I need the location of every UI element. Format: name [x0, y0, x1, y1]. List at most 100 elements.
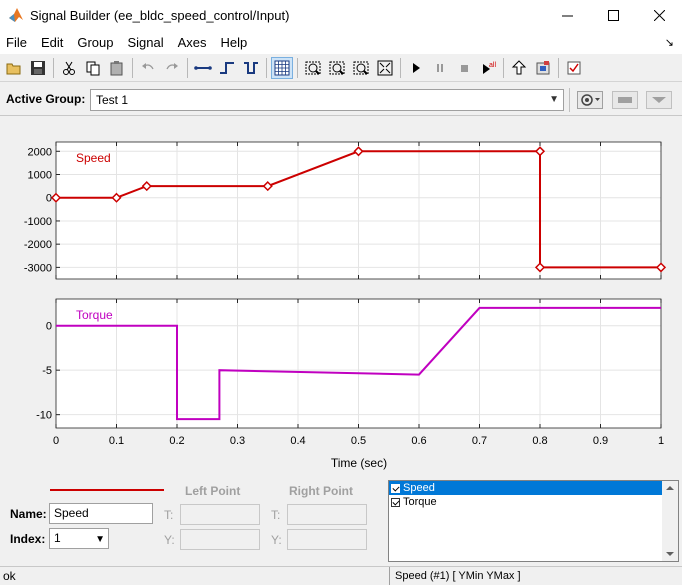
group-options-button[interactable] [576, 90, 604, 110]
up-arrow-button[interactable] [508, 57, 530, 79]
x-tick-label: 0.8 [532, 435, 547, 447]
matlab-icon [9, 8, 23, 22]
right-t-label: T: [271, 508, 281, 522]
left-t-label: T: [164, 508, 174, 522]
status-bar: ok Speed (#1) [ YMin YMax ] [0, 566, 682, 585]
play-icon [413, 63, 420, 73]
toolbar-separator [297, 58, 298, 78]
speed-y-tick-label: 1000 [28, 170, 52, 182]
close-button[interactable] [636, 0, 682, 30]
open-button[interactable] [3, 57, 25, 79]
save-icon [31, 61, 45, 75]
signal-list-item-speed[interactable]: Speed [389, 481, 678, 495]
svg-text:all: all [489, 62, 496, 69]
play-button[interactable] [405, 57, 427, 79]
menu-bar: File Edit Group Signal Axes Help ↘ [0, 30, 682, 54]
checkbox-checked-icon[interactable] [391, 497, 400, 507]
plot-area: 2000 1000 0 -1000 -2000 -3000 Speed 0 -5 -10 0 0.1… [0, 120, 682, 476]
signal-index-select[interactable]: 1 ▼ [49, 528, 109, 549]
undo-button[interactable] [137, 57, 159, 79]
segment-icon [194, 66, 212, 70]
window-title: Signal Builder (ee_bldc_speed_control/In… [30, 7, 290, 23]
right-point-t-input[interactable] [287, 504, 367, 525]
x-tick-label: 0.4 [290, 435, 305, 447]
speed-y-tick-label: -3000 [24, 262, 52, 274]
pause-icon [437, 64, 443, 72]
play-all-icon: all [483, 62, 496, 74]
x-tick-label: 0.9 [593, 435, 608, 447]
copy-button[interactable] [82, 57, 104, 79]
x-tick-label: 1 [658, 435, 664, 447]
x-tick-label: 0.3 [230, 435, 245, 447]
cut-icon [63, 61, 75, 75]
signal-list-item-torque[interactable]: Torque [389, 495, 678, 509]
torque-axes[interactable]: 0 -5 -10 0 0.1 0.2 0.3 0.4 0.5 0.6 0.7 0.8 0.9 1 Torqu… [36, 298, 664, 447]
maximize-button[interactable] [590, 0, 636, 30]
menu-group[interactable]: Group [70, 35, 120, 50]
pause-button[interactable] [429, 57, 451, 79]
right-point-label: Right Point [289, 484, 353, 498]
left-point-label: Left Point [185, 484, 241, 498]
menu-edit[interactable]: Edit [34, 35, 70, 50]
menu-file[interactable]: File [0, 35, 34, 50]
active-group-dropdown[interactable]: Test 1 ▼ [90, 89, 564, 111]
left-point-t-input[interactable] [180, 504, 260, 525]
signal-list-item-label: Speed [403, 482, 435, 494]
close-icon [653, 9, 665, 21]
stop-icon [461, 65, 468, 72]
step-down-icon [244, 62, 258, 74]
index-label: Index: [10, 532, 46, 546]
redo-button[interactable] [161, 57, 183, 79]
play-all-button[interactable]: all [477, 57, 499, 79]
step-up-button[interactable] [216, 57, 238, 79]
cut-button[interactable] [58, 57, 80, 79]
zoom-xy-button[interactable] [350, 57, 372, 79]
signal-plots[interactable]: 2000 1000 0 -1000 -2000 -3000 Speed 0 -5 -10 0 0.1… [0, 120, 682, 476]
zoom-x-button[interactable] [302, 57, 324, 79]
step-down-button[interactable] [240, 57, 262, 79]
torque-y-tick-label: 0 [46, 321, 52, 333]
x-tick-label: 0 [53, 435, 59, 447]
toolbar-separator [558, 58, 559, 78]
fit-button[interactable] [374, 57, 396, 79]
line-style-sample[interactable] [50, 484, 166, 496]
speed-y-tick-label: -1000 [24, 216, 52, 228]
menu-help[interactable]: Help [214, 35, 255, 50]
minimize-button[interactable] [544, 0, 590, 30]
left-point-y-input[interactable] [180, 529, 260, 550]
x-tick-label: 0.6 [411, 435, 426, 447]
fit-icon [377, 60, 393, 76]
paste-button[interactable] [106, 57, 128, 79]
name-label: Name: [10, 507, 47, 521]
move-group-left-button[interactable] [612, 90, 638, 110]
grid-button[interactable] [271, 57, 293, 79]
scroll-down-icon[interactable] [662, 547, 678, 561]
selection-status: Speed (#1) [ YMin YMax ] [389, 567, 682, 585]
scroll-up-icon[interactable] [662, 481, 678, 495]
signal-name-input[interactable]: Speed [49, 503, 153, 524]
checkbox-checked-icon[interactable] [391, 483, 400, 493]
signal-list-scrollbar[interactable] [662, 481, 678, 561]
toolbar-separator [187, 58, 188, 78]
stop-button[interactable] [453, 57, 475, 79]
right-point-y-input[interactable] [287, 529, 367, 550]
verify-button[interactable] [563, 57, 585, 79]
left-y-label: Y: [164, 533, 175, 547]
import-button[interactable] [532, 57, 554, 79]
speed-signal-label: Speed [76, 151, 111, 165]
segment-button[interactable] [192, 57, 214, 79]
copy-icon [86, 61, 100, 76]
dock-arrow-icon[interactable]: ↘ [665, 36, 674, 49]
zoom-y-button[interactable] [326, 57, 348, 79]
speed-axes[interactable]: 2000 1000 0 -1000 -2000 -3000 Speed [24, 141, 667, 280]
active-group-label: Active Group: [6, 92, 86, 106]
zoom-y-icon [329, 61, 345, 75]
menu-axes[interactable]: Axes [171, 35, 214, 50]
signal-list[interactable]: Speed Torque [388, 480, 679, 562]
menu-signal[interactable]: Signal [121, 35, 171, 50]
move-group-right-button[interactable] [646, 90, 672, 110]
x-tick-label: 0.7 [472, 435, 487, 447]
step-up-icon [220, 62, 234, 74]
save-button[interactable] [27, 57, 49, 79]
toolbar-separator [266, 58, 267, 78]
